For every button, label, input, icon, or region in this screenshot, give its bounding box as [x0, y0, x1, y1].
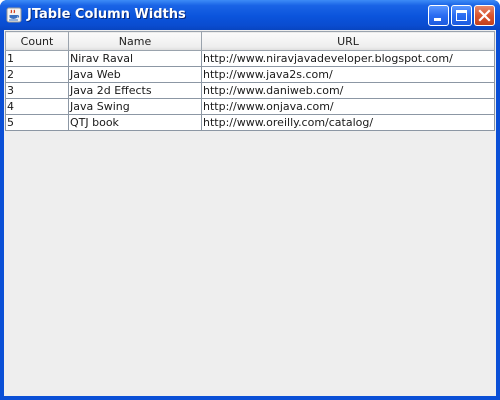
cell-name[interactable]: Java Web — [68, 66, 202, 83]
close-icon — [478, 9, 491, 22]
column-header-url[interactable]: URL — [201, 31, 495, 51]
content-pane: Count Name URL 1 Nirav Raval http://www.… — [4, 30, 496, 396]
title-bar[interactable]: JTable Column Widths — [0, 0, 500, 30]
minimize-icon — [434, 18, 441, 21]
cell-count[interactable]: 3 — [5, 82, 69, 99]
table-row[interactable]: 4 Java Swing http://www.onjava.com/ — [5, 98, 495, 115]
table-row[interactable]: 3 Java 2d Effects http://www.daniweb.com… — [5, 82, 495, 99]
header-row: Count Name URL — [5, 31, 495, 51]
cell-url[interactable]: http://www.onjava.com/ — [201, 98, 495, 115]
minimize-button[interactable] — [428, 5, 449, 26]
cell-count[interactable]: 4 — [5, 98, 69, 115]
cell-count[interactable]: 2 — [5, 66, 69, 83]
close-button[interactable] — [474, 5, 495, 26]
java-cup-icon[interactable] — [6, 7, 22, 23]
cell-count[interactable]: 1 — [5, 50, 69, 67]
cell-url[interactable]: http://www.java2s.com/ — [201, 66, 495, 83]
column-header-count[interactable]: Count — [5, 31, 69, 51]
table-header: Count Name URL — [5, 31, 495, 51]
column-header-name[interactable]: Name — [68, 31, 202, 51]
table-row[interactable]: 5 QTJ book http://www.oreilly.com/catalo… — [5, 114, 495, 131]
table-row[interactable]: 2 Java Web http://www.java2s.com/ — [5, 66, 495, 83]
cell-name[interactable]: Java 2d Effects — [68, 82, 202, 99]
cell-url[interactable]: http://www.oreilly.com/catalog/ — [201, 114, 495, 131]
window-title: JTable Column Widths — [27, 7, 186, 22]
cell-url[interactable]: http://www.daniweb.com/ — [201, 82, 495, 99]
cell-url[interactable]: http://www.niravjavadeveloper.blogspot.c… — [201, 50, 495, 67]
application-window: JTable Column Widths Count Name URL 1 Ni… — [0, 0, 500, 400]
maximize-button[interactable] — [451, 5, 472, 26]
cell-name[interactable]: Nirav Raval — [68, 50, 202, 67]
cell-count[interactable]: 5 — [5, 114, 69, 131]
cell-name[interactable]: QTJ book — [68, 114, 202, 131]
table-body: 1 Nirav Raval http://www.niravjavadevelo… — [5, 50, 495, 131]
cell-name[interactable]: Java Swing — [68, 98, 202, 115]
table-row[interactable]: 1 Nirav Raval http://www.niravjavadevelo… — [5, 50, 495, 67]
table-scroll-area: Count Name URL 1 Nirav Raval http://www.… — [5, 31, 495, 131]
data-table: Count Name URL 1 Nirav Raval http://www.… — [5, 31, 495, 131]
maximize-icon — [456, 10, 467, 21]
